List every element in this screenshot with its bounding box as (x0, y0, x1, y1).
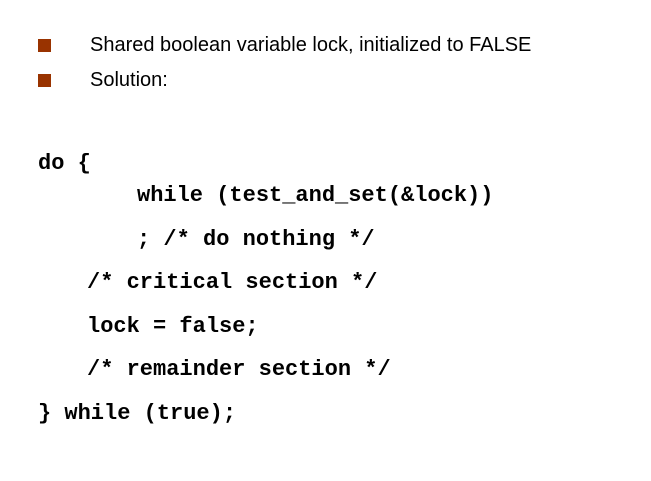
square-bullet-icon (38, 38, 51, 52)
code-line-lock-false: lock = false; (87, 314, 259, 339)
code-line-critical-section: /* critical section */ (87, 270, 378, 295)
code-line-do-nothing: ; /* do nothing */ (137, 227, 375, 252)
bullet-item: Shared boolean variable lock, initialize… (38, 33, 531, 57)
square-bullet-icon (38, 73, 51, 87)
code-line-while-test-and-set: while (test_and_set(&lock)) (137, 183, 494, 208)
bullet-item: Solution: (38, 68, 168, 92)
code-line-remainder-section: /* remainder section */ (87, 357, 391, 382)
bullet-text: Shared boolean variable lock, initialize… (90, 34, 532, 56)
code-line-do: do { (38, 151, 91, 176)
code-line-while-true: } while (true); (38, 401, 237, 426)
bullet-text: Solution: (90, 69, 168, 91)
